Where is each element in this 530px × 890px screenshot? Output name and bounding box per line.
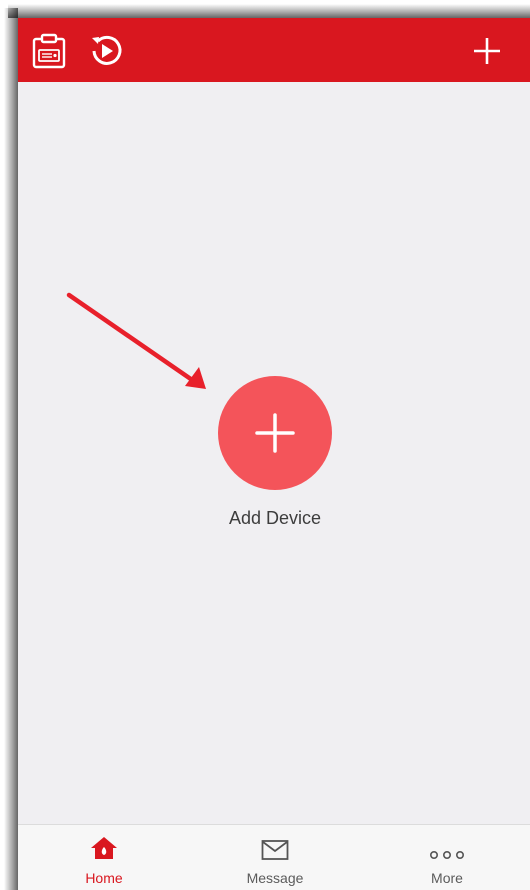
screenshot-frame: Add Device Home Message More — [0, 0, 530, 890]
home-icon — [91, 837, 117, 859]
top-app-bar — [18, 18, 530, 82]
add-device-label[interactable]: Add Device — [18, 508, 530, 529]
tab-message[interactable]: Message — [215, 825, 335, 890]
tab-home-label: Home — [85, 870, 123, 886]
playback-icon[interactable] — [87, 32, 125, 70]
tab-message-label: Message — [246, 870, 304, 886]
frame-shadow-top — [8, 4, 530, 18]
clipboard-icon[interactable] — [30, 32, 68, 70]
frame-shadow-left — [4, 8, 18, 890]
tab-more-label: More — [431, 870, 463, 886]
add-device-button[interactable] — [218, 376, 332, 490]
app-screen: Add Device Home Message More — [18, 18, 530, 890]
more-dots-icon — [429, 850, 464, 860]
tab-more[interactable]: More — [387, 825, 507, 890]
main-content: Add Device — [18, 82, 530, 824]
bottom-tab-bar: Home Message More — [18, 824, 530, 890]
annotation-arrow-icon — [66, 292, 206, 389]
envelope-icon — [261, 840, 289, 860]
add-plus-icon[interactable] — [468, 32, 506, 70]
plus-icon — [255, 413, 295, 453]
tab-home[interactable]: Home — [44, 825, 164, 890]
